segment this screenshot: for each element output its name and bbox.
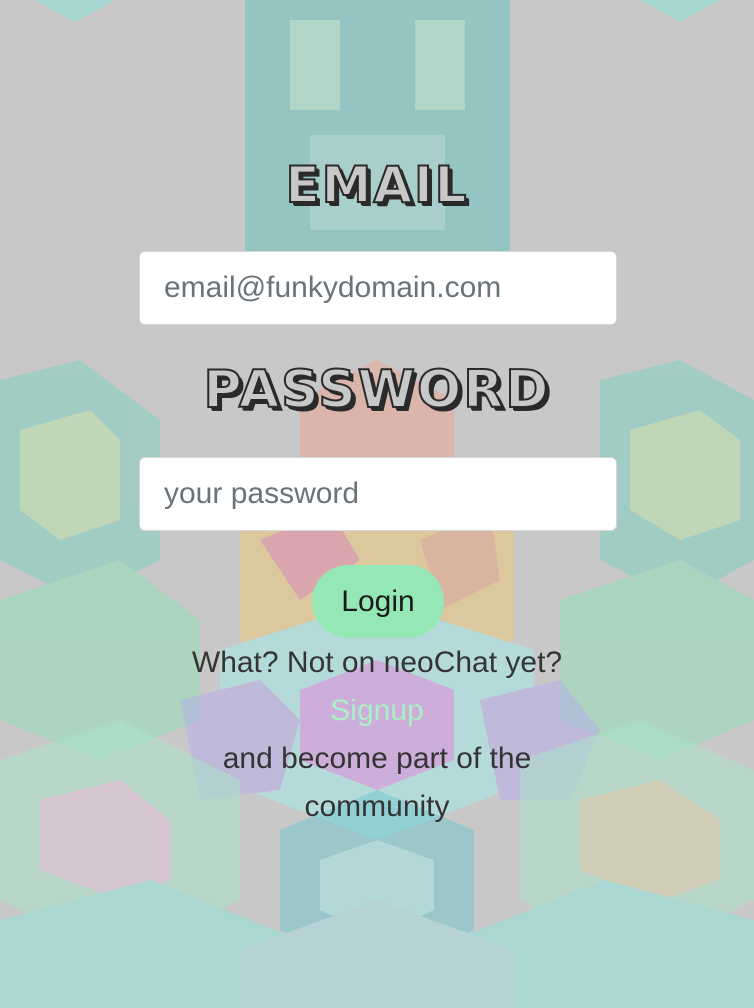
password-heading: PASSWORD — [203, 360, 551, 420]
signup-tagline-line-2: community — [304, 790, 450, 823]
signup-link[interactable]: Signup — [0, 693, 754, 729]
password-input[interactable] — [139, 457, 617, 531]
login-form: EMAIL PASSWORD Login What? Not on neoCha… — [0, 0, 754, 1008]
signup-question: What? Not on neoChat yet? — [191, 646, 563, 679]
login-button[interactable]: Login — [312, 565, 444, 638]
signup-tagline-line-1: and become part of the — [222, 742, 532, 775]
email-input[interactable] — [139, 251, 617, 325]
email-heading: EMAIL — [284, 156, 469, 214]
